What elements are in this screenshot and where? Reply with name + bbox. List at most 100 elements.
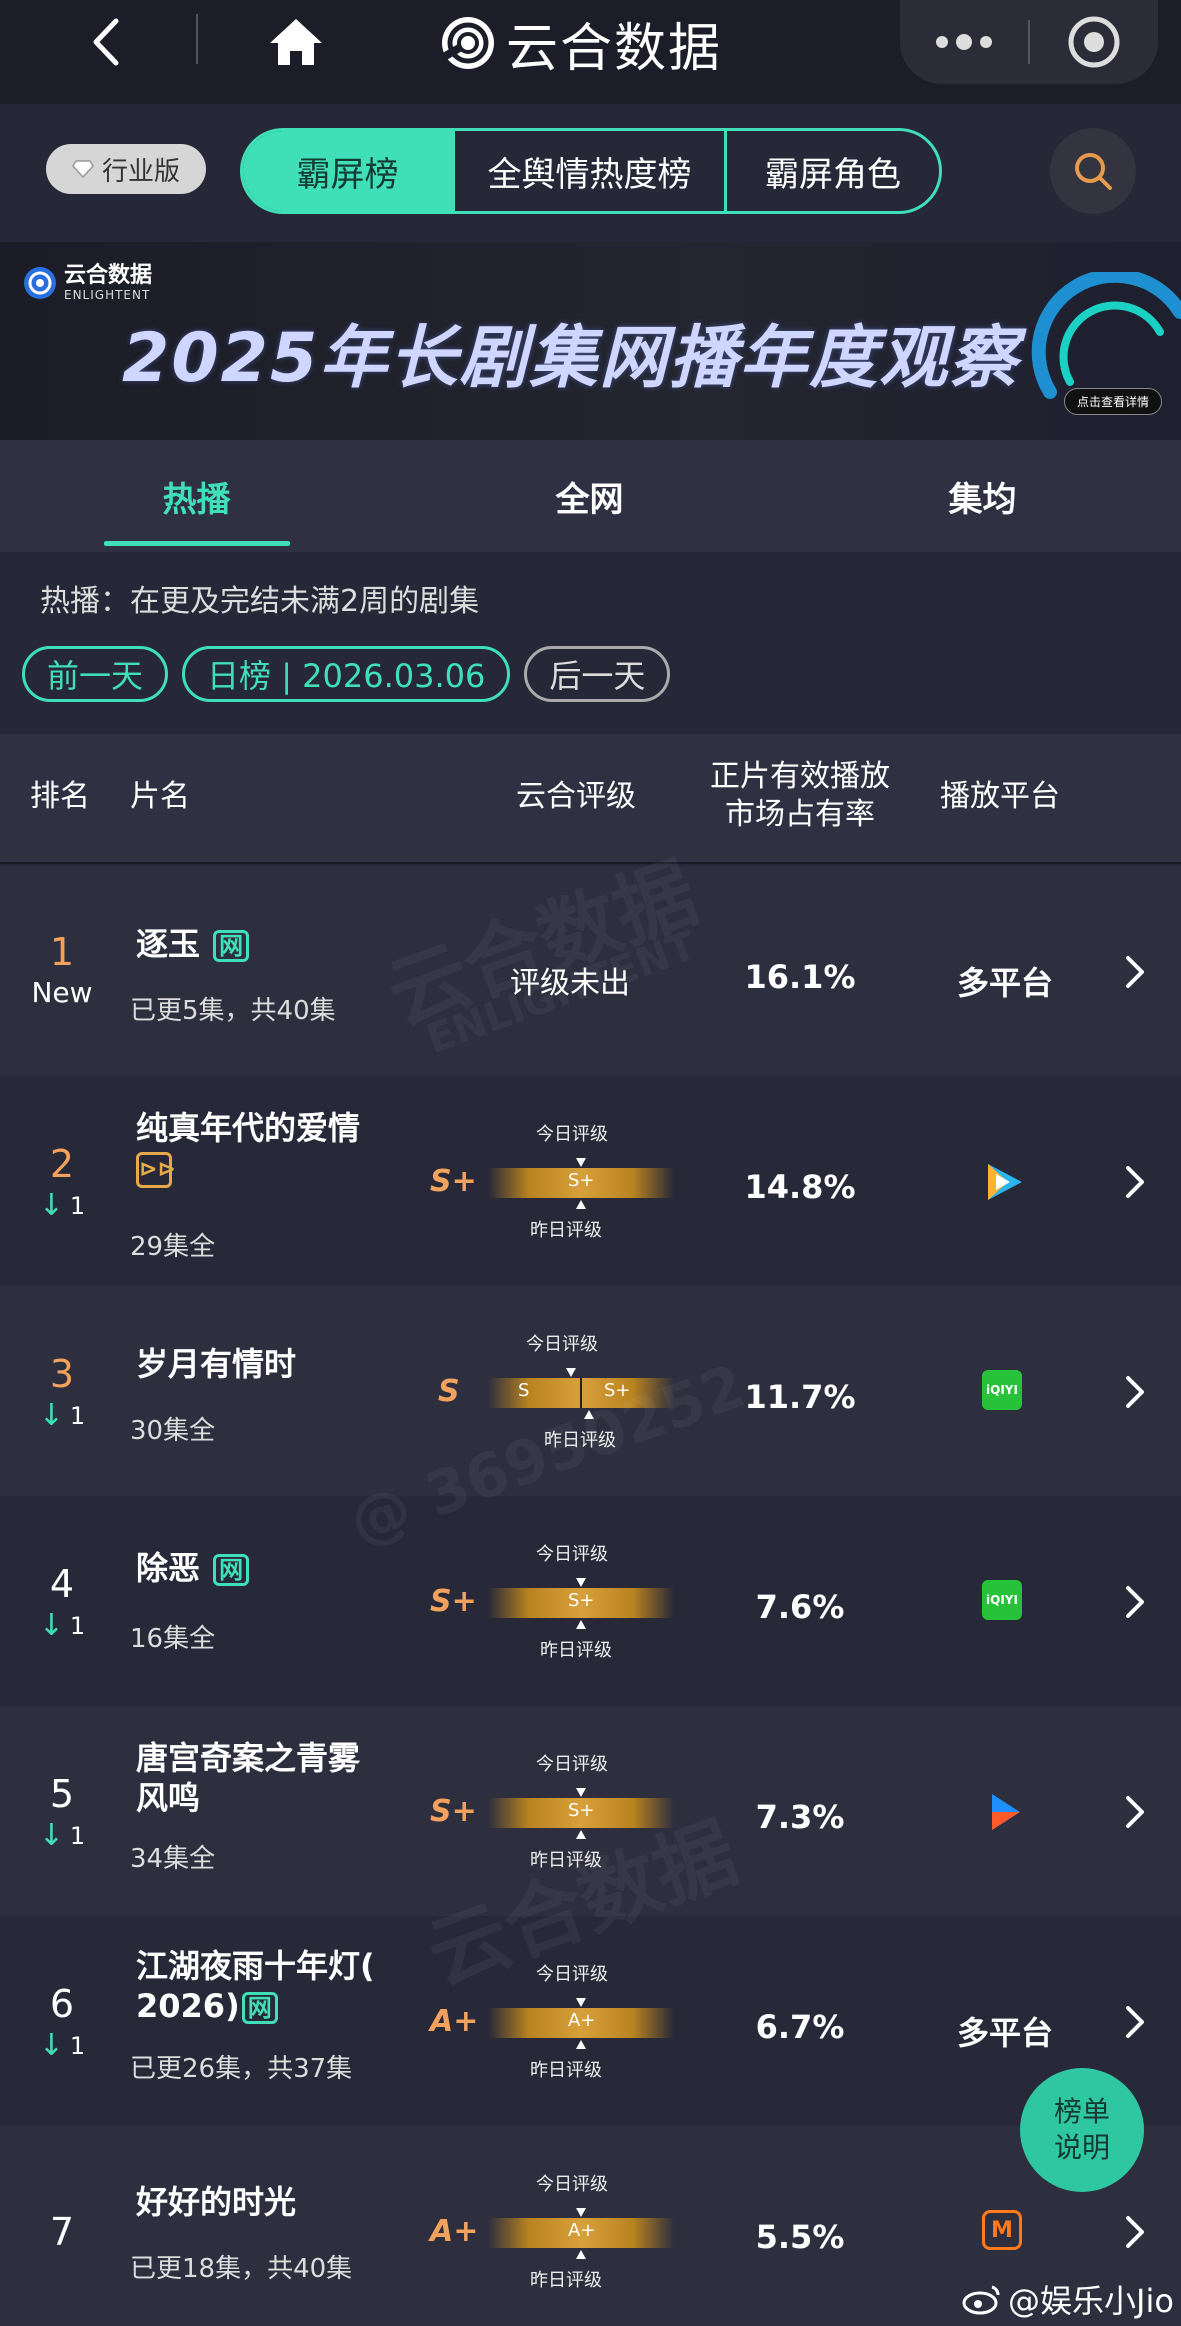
grade-indicator: S+ 今日评级 S+ 昨日评级 xyxy=(426,1746,676,1876)
episode-count: 30集全 xyxy=(130,1416,216,1446)
chevron-right-icon[interactable] xyxy=(1120,1162,1148,1202)
tab-public-opinion[interactable]: 全舆情热度榜 xyxy=(455,131,727,211)
search-icon xyxy=(1075,153,1112,190)
more-icon[interactable] xyxy=(900,0,1028,84)
tencent-video-icon xyxy=(988,1164,1022,1200)
web-tag: 网 xyxy=(213,1554,250,1586)
ranking-segment: 霸屏榜 全舆情热度榜 霸屏角色 xyxy=(240,128,942,214)
drama-title: 纯真年代的爱情 ⊳⊳ xyxy=(136,1108,426,1188)
iqiyi-icon: iQIYI xyxy=(982,1370,1022,1410)
nav-divider xyxy=(196,14,198,64)
table-row[interactable]: 5 ↓ 1 唐宫奇案之青雾 风鸣 34集全 S+ 今日评级 S+ 昨日评级 7.3… xyxy=(0,1706,1181,1916)
header-platform: 播放平台 xyxy=(940,779,1060,814)
mini-program-capsule xyxy=(900,0,1158,84)
rank-cell: 2 ↓ 1 xyxy=(38,1142,86,1223)
market-share: 14.8% xyxy=(744,1168,856,1206)
rank-cell: 3 ↓ 1 xyxy=(38,1352,86,1433)
chevron-right-icon[interactable] xyxy=(1120,2002,1148,2042)
banner-title: 2025年长剧集网播年度观察 xyxy=(122,319,1020,398)
grade-indicator: S 今日评级 S S+ 昨日评级 xyxy=(426,1326,676,1456)
arrow-down-icon: ↓ xyxy=(38,1608,64,1643)
tab-all-network[interactable]: 全网 xyxy=(393,440,786,552)
date-navigation: 前一天 日榜 | 2026.03.06 后一天 xyxy=(22,646,671,702)
web-tag: 网 xyxy=(241,1992,278,2024)
chevron-right-icon[interactable] xyxy=(1120,952,1148,992)
episode-count: 已更5集，共40集 xyxy=(130,996,336,1026)
chevron-right-icon[interactable] xyxy=(1120,2212,1148,2252)
ranking-type-bar: 行业版 霸屏榜 全舆情热度榜 霸屏角色 xyxy=(0,104,1181,242)
platform-label: 多平台 xyxy=(956,964,1053,1002)
search-button[interactable] xyxy=(1050,128,1136,214)
grade-indicator: S+ 今日评级 S+ 昨日评级 xyxy=(426,1536,676,1666)
drama-title: 岁月有情时 xyxy=(136,1345,297,1383)
table-row[interactable]: 3 ↓ 1 岁月有情时 30集全 S 今日评级 S S+ 昨日评级 11.7% i… xyxy=(0,1286,1181,1496)
banner-logo: 云合数据 ENLIGHTENT xyxy=(22,264,152,302)
brand-name: 云合数据 xyxy=(506,18,723,79)
drama-title: 除恶 网 xyxy=(136,1548,426,1588)
market-share: 5.5% xyxy=(755,2218,845,2256)
brand-logo-icon xyxy=(24,267,56,299)
episode-count: 已更26集，共37集 xyxy=(130,2054,353,2084)
new-badge: New xyxy=(31,976,93,1009)
grade-pending: 评级未出 xyxy=(510,966,630,1001)
market-share: 6.7% xyxy=(755,2008,845,2046)
tab-per-episode[interactable]: 集均 xyxy=(786,440,1179,552)
drama-title: 江湖夜雨十年灯( 2026) 网 xyxy=(136,1947,375,2025)
rank-cell: 6 ↓ 1 xyxy=(38,1982,86,2063)
arrow-down-icon: ↓ xyxy=(38,1398,64,1433)
weibo-icon xyxy=(962,2285,1000,2315)
chevron-right-icon[interactable] xyxy=(1120,1582,1148,1622)
table-row[interactable]: 2 ↓ 1 纯真年代的爱情 ⊳⊳ 29集全 S+ 今日评级 S+ 昨日评级 14.… xyxy=(0,1076,1181,1286)
edition-label: 行业版 xyxy=(101,156,180,187)
tab-hot[interactable]: 热播 xyxy=(0,440,393,552)
market-share: 7.3% xyxy=(755,1798,845,1836)
weibo-credit: @娱乐小Jio xyxy=(962,2276,1174,2322)
drama-title: 逐玉 网 xyxy=(136,924,426,964)
iqiyi-icon: iQIYI xyxy=(982,1580,1022,1620)
rank-cell: 1 New xyxy=(22,930,102,1009)
header-share: 正片有效播放 市场占有率 xyxy=(710,759,890,832)
diamond-icon xyxy=(72,160,94,178)
brand-logo-icon xyxy=(441,17,494,69)
promo-banner[interactable]: 云合数据 ENLIGHTENT 2025年长剧集网播年度观察 点击查看详情 xyxy=(0,242,1181,440)
arrow-down-icon: ↓ xyxy=(38,1818,64,1853)
grade-indicator: A+ 今日评级 A+ 昨日评级 xyxy=(426,2166,676,2296)
drama-title: 好好的时光 xyxy=(136,2183,297,2221)
grade-indicator: S+ 今日评级 S+ 昨日评级 xyxy=(426,1116,676,1246)
header-grade: 云合评级 xyxy=(516,779,636,814)
back-arrow-icon[interactable] xyxy=(80,12,130,72)
table-row[interactable]: 6 ↓ 1 江湖夜雨十年灯( 2026) 网 已更26集，共37集 A+ 今日评级 … xyxy=(0,1916,1181,2126)
episode-count: 已更18集，共40集 xyxy=(130,2254,353,2284)
top-nav-bar: 云合数据 xyxy=(0,0,1181,104)
table-header: 排名 片名 云合评级 正片有效播放 市场占有率 播放平台 xyxy=(0,734,1181,864)
chevron-right-icon[interactable] xyxy=(1120,1792,1148,1832)
tab-top-screen[interactable]: 霸屏榜 xyxy=(243,131,455,211)
youku-icon xyxy=(992,1794,1020,1830)
home-icon[interactable] xyxy=(266,12,326,72)
ranking-explanation-button[interactable]: 榜单 说明 xyxy=(1020,2068,1144,2192)
close-target-icon[interactable] xyxy=(1030,0,1158,84)
header-title: 片名 xyxy=(130,779,190,814)
prev-day-button[interactable]: 前一天 xyxy=(22,646,169,702)
table-row[interactable]: 4 ↓ 1 除恶 网 16集全 S+ 今日评级 S+ 昨日评级 7.6% iQIY… xyxy=(0,1496,1181,1706)
current-date-button[interactable]: 日榜 | 2026.03.06 xyxy=(182,646,511,702)
web-tag: 网 xyxy=(213,930,250,962)
table-row[interactable]: 1 New 逐玉 网 已更5集，共40集 评级未出 16.1% 多平台 xyxy=(0,866,1181,1076)
next-day-button[interactable]: 后一天 xyxy=(524,646,671,702)
platform-label: 多平台 xyxy=(956,2014,1053,2052)
chevron-right-icon[interactable] xyxy=(1120,1372,1148,1412)
market-share: 7.6% xyxy=(755,1588,845,1626)
ranking-list: 1 New 逐玉 网 已更5集，共40集 评级未出 16.1% 多平台 2 ↓ 1… xyxy=(0,866,1181,2326)
header-rank: 排名 xyxy=(30,779,90,814)
tab-top-roles[interactable]: 霸屏角色 xyxy=(727,131,939,211)
drama-title: 唐宫奇案之青雾 风鸣 xyxy=(136,1739,361,1817)
rank-cell: 4 ↓ 1 xyxy=(38,1562,86,1643)
brand: 云合数据 xyxy=(440,8,723,79)
rank-cell: 5 ↓ 1 xyxy=(38,1772,86,1853)
market-share: 11.7% xyxy=(744,1378,856,1416)
grade-indicator: A+ 今日评级 A+ 昨日评级 xyxy=(426,1956,676,2086)
market-share: 16.1% xyxy=(744,958,856,996)
edition-badge[interactable]: 行业版 xyxy=(46,144,206,194)
episode-count: 16集全 xyxy=(130,1624,216,1654)
banner-detail-button[interactable]: 点击查看详情 xyxy=(1064,388,1163,415)
